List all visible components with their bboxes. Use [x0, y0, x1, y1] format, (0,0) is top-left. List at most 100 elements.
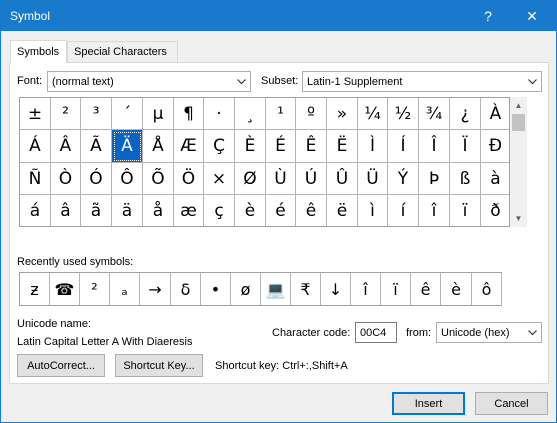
symbol-cell[interactable]: Ä	[112, 130, 143, 163]
font-dropdown[interactable]: (normal text)	[47, 71, 251, 92]
scroll-thumb[interactable]	[512, 114, 525, 131]
symbol-cell[interactable]: â	[51, 195, 81, 226]
symbol-cell[interactable]: ¶	[174, 98, 204, 130]
symbol-cell[interactable]: Í	[388, 130, 419, 163]
recent-symbol-cell[interactable]: ₐ	[110, 273, 140, 305]
recent-symbol-cell[interactable]: è	[441, 273, 472, 305]
recent-symbol-cell[interactable]: ²	[80, 273, 110, 305]
symbol-cell[interactable]: Ð	[481, 130, 509, 163]
symbol-cell[interactable]: ã	[81, 195, 112, 226]
window-title: Symbol	[10, 9, 51, 23]
symbol-cell[interactable]: ×	[204, 163, 235, 195]
tab-special-characters-label: Special Characters	[74, 46, 167, 58]
symbol-cell[interactable]: ³	[81, 98, 112, 130]
recent-symbol-cell[interactable]: ø	[231, 273, 261, 305]
symbol-cell[interactable]: á	[20, 195, 51, 226]
symbol-cell[interactable]: ¿	[450, 98, 481, 130]
scroll-down-icon[interactable]: ▼	[510, 210, 527, 227]
symbol-cell[interactable]: Å	[143, 130, 174, 163]
tab-special-characters[interactable]: Special Characters	[67, 41, 178, 62]
symbol-cell[interactable]: ·	[204, 98, 235, 130]
symbol-grid-scrollbar[interactable]: ▲ ▼	[510, 97, 527, 227]
recent-symbol-cell[interactable]: δ	[171, 273, 201, 305]
symbol-cell[interactable]: Ü	[358, 163, 388, 195]
recent-symbol-cell[interactable]: ê	[411, 273, 441, 305]
symbol-cell[interactable]: Ç	[204, 130, 235, 163]
subset-dropdown[interactable]: Latin-1 Supplement	[302, 71, 542, 92]
symbol-cell[interactable]: ë	[327, 195, 358, 226]
symbol-cell[interactable]: Ê	[296, 130, 327, 163]
symbol-cell[interactable]: ½	[388, 98, 419, 130]
symbol-cell[interactable]: È	[235, 130, 266, 163]
recent-symbol-cell[interactable]: ƶ	[20, 273, 50, 305]
recent-symbol-cell[interactable]: •	[201, 273, 231, 305]
symbol-cell[interactable]: î	[419, 195, 450, 226]
symbol-cell[interactable]: Ô	[112, 163, 143, 195]
symbol-cell[interactable]: ì	[358, 195, 388, 226]
recent-symbol-cell[interactable]: ☎	[50, 273, 80, 305]
symbol-cell[interactable]: Ú	[296, 163, 327, 195]
symbol-cell[interactable]: ±	[20, 98, 51, 130]
shortcut-key-text: Shortcut key: Ctrl+:,Shift+A	[215, 360, 348, 372]
symbol-cell[interactable]: Ó	[81, 163, 112, 195]
symbol-cell[interactable]: º	[296, 98, 327, 130]
symbol-cell[interactable]: Ã	[81, 130, 112, 163]
symbol-cell[interactable]: ¹	[266, 98, 296, 130]
symbol-cell[interactable]: Õ	[143, 163, 174, 195]
shortcut-key-button[interactable]: Shortcut Key...	[115, 354, 203, 377]
symbol-cell[interactable]: ´	[112, 98, 143, 130]
autocorrect-button[interactable]: AutoCorrect...	[17, 354, 105, 377]
symbol-cell[interactable]: ç	[204, 195, 235, 226]
scroll-up-icon[interactable]: ▲	[510, 97, 527, 114]
recent-symbol-cell[interactable]: ↓	[321, 273, 351, 305]
symbol-cell[interactable]: Æ	[174, 130, 204, 163]
symbol-cell[interactable]: Þ	[419, 163, 450, 195]
symbol-cell[interactable]: é	[266, 195, 296, 226]
symbol-cell[interactable]: å	[143, 195, 174, 226]
symbol-cell[interactable]: ê	[296, 195, 327, 226]
symbol-cell[interactable]: »	[327, 98, 358, 130]
symbol-cell[interactable]: ²	[51, 98, 81, 130]
symbol-cell[interactable]: Ì	[358, 130, 388, 163]
symbol-cell[interactable]: è	[235, 195, 266, 226]
insert-button[interactable]: Insert	[392, 392, 465, 415]
symbol-cell[interactable]: Ï	[450, 130, 481, 163]
from-dropdown[interactable]: Unicode (hex)	[436, 322, 542, 343]
recent-symbol-cell[interactable]: ₹	[291, 273, 321, 305]
symbol-cell[interactable]: ß	[450, 163, 481, 195]
symbol-cell[interactable]: æ	[174, 195, 204, 226]
symbol-cell[interactable]: Á	[20, 130, 51, 163]
symbol-cell[interactable]: ¾	[419, 98, 450, 130]
symbol-cell[interactable]: à	[481, 163, 509, 195]
symbol-cell[interactable]: µ	[143, 98, 174, 130]
symbol-cell[interactable]: Ø	[235, 163, 266, 195]
recent-symbol-cell[interactable]: î	[351, 273, 381, 305]
symbol-cell[interactable]: Û	[327, 163, 358, 195]
help-button[interactable]: ?	[468, 1, 508, 31]
recent-symbol-cell[interactable]: 💻	[261, 273, 291, 305]
tab-symbols[interactable]: Symbols	[10, 40, 67, 63]
symbol-cell[interactable]: ä	[112, 195, 143, 226]
symbol-cell[interactable]: Ñ	[20, 163, 51, 195]
close-button[interactable]: ✕	[512, 1, 552, 31]
symbol-cell[interactable]: Ù	[266, 163, 296, 195]
symbol-cell[interactable]: í	[388, 195, 419, 226]
symbol-cell[interactable]: Î	[419, 130, 450, 163]
character-code-input[interactable]: 00C4	[355, 322, 397, 343]
symbol-cell[interactable]: Ò	[51, 163, 81, 195]
recent-symbol-cell[interactable]: ï	[381, 273, 411, 305]
symbol-cell[interactable]: É	[266, 130, 296, 163]
symbol-cell[interactable]: Ö	[174, 163, 204, 195]
recent-symbol-cell[interactable]: ô	[472, 273, 502, 305]
symbol-cell[interactable]: ð	[481, 195, 509, 226]
symbol-cell[interactable]: ï	[450, 195, 481, 226]
symbol-cell[interactable]: Ë	[327, 130, 358, 163]
symbol-cell[interactable]: À	[481, 98, 509, 130]
symbol-cell[interactable]: Ý	[388, 163, 419, 195]
symbol-cell[interactable]: ¼	[358, 98, 388, 130]
recent-symbol-cell[interactable]: →	[140, 273, 171, 305]
symbol-cell[interactable]: Â	[51, 130, 81, 163]
cancel-button[interactable]: Cancel	[475, 392, 548, 415]
character-code-label: Character code:	[272, 327, 351, 339]
symbol-cell[interactable]: ¸	[235, 98, 266, 130]
